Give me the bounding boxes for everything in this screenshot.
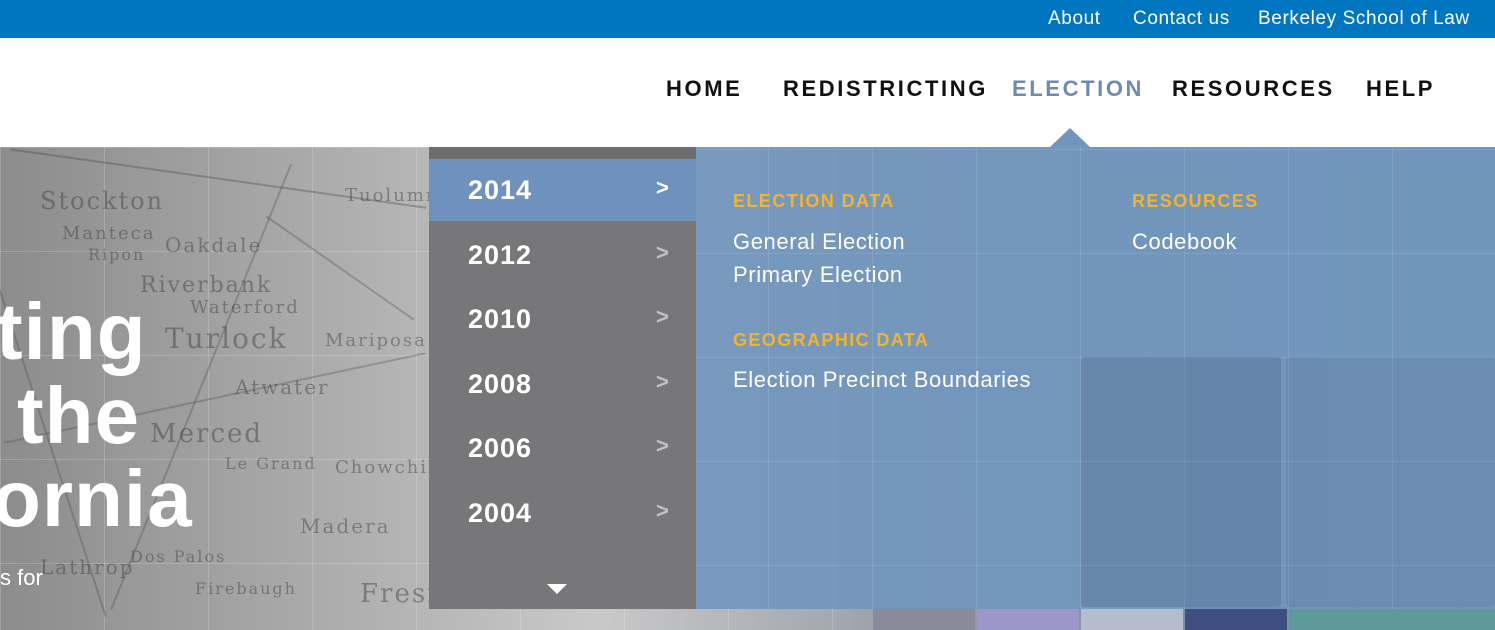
map-label: Lathrop [40, 555, 135, 579]
map-label: Riverbank [140, 273, 273, 298]
photo-tile [977, 607, 1079, 630]
nav-resources[interactable]: RESOURCES [1172, 76, 1335, 102]
codebook-link[interactable]: Codebook [1132, 229, 1237, 255]
panel-photo [1286, 357, 1495, 607]
photo-tile [1081, 607, 1183, 630]
mega-menu-panel: ELECTION DATA General Election Primary E… [696, 147, 1495, 609]
hero-title-line-1: ting [0, 287, 147, 376]
map-label: Madera [300, 514, 391, 538]
geographic-data-heading: GEOGRAPHIC DATA [733, 330, 930, 350]
map-label: Le Grand [225, 454, 317, 473]
map-label: Atwater [235, 375, 330, 399]
nav-election[interactable]: ELECTION [1012, 76, 1144, 102]
panel-photo [1081, 357, 1281, 607]
resources-heading: RESOURCES [1132, 191, 1259, 211]
map-label: Stockton [40, 187, 165, 215]
map-label: Ripon [88, 245, 146, 264]
year-label: 2008 [468, 369, 533, 399]
nav-help[interactable]: HELP [1366, 76, 1435, 102]
primary-election-link[interactable]: Primary Election [733, 262, 903, 288]
chevron-right-icon: > [656, 175, 669, 200]
main-nav: HOME REDISTRICTING ELECTION RESOURCES HE… [0, 38, 1495, 147]
year-label: 2006 [468, 433, 533, 463]
year-item-2008[interactable]: 2008 > [429, 353, 696, 415]
year-item-2014[interactable]: 2014 > [429, 159, 696, 221]
nav-redistricting[interactable]: REDISTRICTING [783, 76, 988, 102]
map-label: Mariposa [325, 330, 427, 351]
year-menu-top [429, 147, 696, 159]
chevron-right-icon: > [656, 498, 669, 523]
berkeley-law-link[interactable]: Berkeley School of Law [1258, 8, 1470, 30]
year-label: 2014 [468, 175, 533, 205]
utility-bar: About Contact us Berkeley School of Law [0, 0, 1495, 38]
photo-tile [1289, 607, 1495, 630]
year-item-2010[interactable]: 2010 > [429, 288, 696, 350]
contact-us-link[interactable]: Contact us [1133, 8, 1230, 30]
photo-tile [873, 607, 975, 630]
map-label: Firebaugh [195, 579, 297, 598]
chevron-right-icon: > [656, 433, 669, 458]
precinct-boundaries-link[interactable]: Election Precinct Boundaries [733, 367, 1031, 393]
year-item-2006[interactable]: 2006 > [429, 417, 696, 479]
nav-home[interactable]: HOME [666, 76, 742, 102]
map-label: Waterford [190, 297, 300, 318]
hero-title-line-2: the [17, 371, 140, 460]
year-label: 2010 [468, 304, 533, 334]
map-label: Turlock [165, 322, 288, 355]
year-label: 2004 [468, 498, 533, 528]
map-label: Manteca [62, 223, 156, 244]
year-item-2004[interactable]: 2004 > [429, 482, 696, 544]
election-data-heading: ELECTION DATA [733, 191, 895, 211]
map-label: Oakdale [165, 233, 263, 257]
year-menu: 2014 > 2012 > 2010 > 2008 > 2006 > 2004 … [429, 147, 696, 609]
year-label: 2012 [468, 240, 533, 270]
chevron-right-icon: > [656, 304, 669, 329]
nav-caret-icon [1050, 128, 1090, 147]
hero-title-line-3: ornia [0, 454, 193, 543]
about-link[interactable]: About [1048, 8, 1101, 30]
caret-down-icon[interactable] [547, 584, 567, 594]
general-election-link[interactable]: General Election [733, 229, 905, 255]
chevron-right-icon: > [656, 369, 669, 394]
photo-tile [1185, 607, 1287, 630]
chevron-right-icon: > [656, 240, 669, 265]
map-label: Dos Palos [130, 547, 227, 566]
map-label: Merced [150, 419, 264, 449]
hero-subtitle: s for [0, 565, 43, 590]
year-item-2012[interactable]: 2012 > [429, 224, 696, 286]
